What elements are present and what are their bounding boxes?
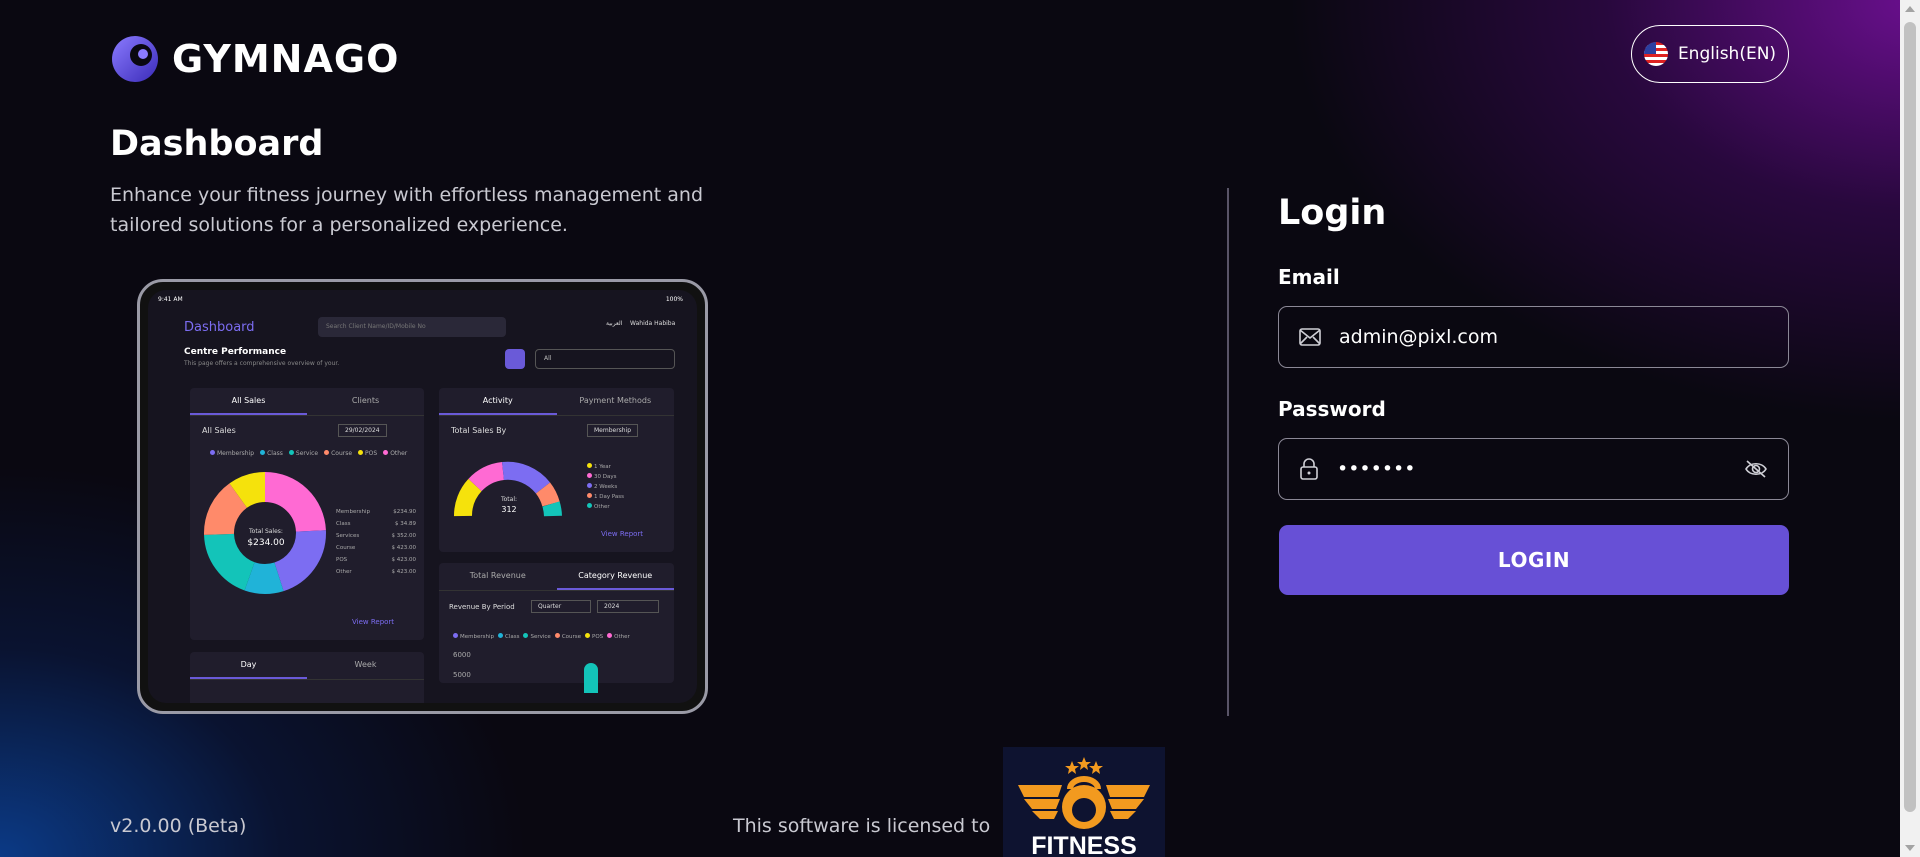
status-battery: 100% <box>665 296 683 303</box>
tab-activity: Activity <box>439 388 557 415</box>
hero-subtitle: Enhance your fitness journey with effort… <box>110 184 704 236</box>
revenue-period-select: Quarter <box>531 600 591 613</box>
activity-title: Total Sales By <box>451 426 507 435</box>
sales-card: All Sales Clients All Sales 29/02/2024 M… <box>190 388 424 640</box>
activity-legend: 1 Year 30 Days 2 Weeks 1 Day Pass Other <box>587 462 624 512</box>
mail-icon <box>1299 328 1321 346</box>
sales-title: All Sales <box>202 426 236 435</box>
day-card: Day Week <box>190 652 424 703</box>
sales-legend: Membership Class Service Course POS Othe… <box>210 450 407 457</box>
preview-filter: All <box>535 349 675 369</box>
revenue-ytick-5000: 5000 <box>453 671 471 679</box>
tab-category-revenue: Category Revenue <box>556 563 674 590</box>
activity-center-label: Total: <box>500 496 518 503</box>
sales-center-label: Total Sales: <box>249 528 283 535</box>
grid-icon <box>505 349 525 369</box>
vertical-scrollbar[interactable] <box>1900 0 1920 857</box>
vertical-divider <box>1227 188 1229 716</box>
tab-payment-methods: Payment Methods <box>579 396 652 405</box>
revenue-legend: Membership Class Service Course POS Othe… <box>453 633 630 640</box>
login-title: Login <box>1278 193 1387 233</box>
activity-view-report-link: View Report <box>601 530 644 538</box>
activity-select: Membership <box>587 424 639 437</box>
email-value: admin@pixl.com <box>1339 326 1499 348</box>
preview-user: العربية Wahida Habiba <box>606 320 675 327</box>
password-value: ••••••• <box>1337 458 1416 480</box>
licensee-logo-text: FITNESS <box>1031 832 1137 857</box>
revenue-ytick-6000: 6000 <box>453 651 471 659</box>
licensee-logo: FITNESS <box>1003 747 1165 857</box>
tab-total-revenue: Total Revenue <box>469 571 526 580</box>
tablet-screen: 9:41 AM 100% Dashboard Search Client Nam… <box>148 290 697 703</box>
sales-center-value: $234.00 <box>247 538 285 548</box>
licensed-to-label: This software is licensed to <box>733 815 991 837</box>
password-field[interactable]: ••••••• <box>1278 438 1789 500</box>
hero-title: Dashboard <box>110 124 324 164</box>
tab-week: Week <box>354 660 377 669</box>
status-time: 9:41 AM <box>158 296 183 303</box>
sales-breakdown: Membership $234.90 Class $ 34.89 Services $… <box>336 509 416 575</box>
version-label: v2.0.00 (Beta) <box>110 815 247 837</box>
scroll-up-icon[interactable] <box>1905 6 1915 12</box>
revenue-title: Revenue By Period <box>449 603 515 611</box>
brand-name: GYMNAGO <box>172 37 400 81</box>
preview-title: Dashboard <box>184 320 255 335</box>
dashboard-preview-tablet: 9:41 AM 100% Dashboard Search Client Nam… <box>137 279 708 714</box>
gymnago-logo-icon <box>112 36 158 82</box>
activity-center-value: 312 <box>501 505 517 514</box>
preview-search: Search Client Name/ID/Mobile No <box>318 317 506 337</box>
language-label: English(EN) <box>1677 44 1777 64</box>
email-label: Email <box>1278 265 1340 289</box>
scrollbar-thumb[interactable] <box>1904 22 1916 812</box>
preview-language: العربية <box>606 320 623 327</box>
email-field[interactable]: admin@pixl.com <box>1278 306 1789 368</box>
tab-day: Day <box>190 652 307 679</box>
revenue-bar <box>584 663 598 693</box>
fitness-kettlebell-logo-icon <box>1018 757 1150 829</box>
tab-all-sales: All Sales <box>190 388 307 415</box>
sales-view-report-link: View Report <box>352 618 395 626</box>
eye-off-icon[interactable] <box>1744 459 1768 479</box>
password-label: Password <box>1278 397 1386 421</box>
preview-section-sub: This page offers a comprehensive overvie… <box>184 360 340 367</box>
revenue-card: Total Revenue Category Revenue Revenue B… <box>439 563 674 693</box>
language-selector-button[interactable]: English(EN) <box>1631 25 1789 83</box>
lock-icon <box>1300 458 1318 480</box>
us-flag-icon <box>1643 42 1668 66</box>
preview-section-title: Centre Performance <box>184 347 287 357</box>
brand-logo: GYMNAGO <box>110 34 399 84</box>
preview-user-name: Wahida Habiba <box>630 320 676 327</box>
status-bar: 9:41 AM 100% <box>158 296 683 303</box>
activity-card: Activity Payment Methods Total Sales By … <box>439 388 674 552</box>
login-button[interactable]: LOGIN <box>1279 525 1789 595</box>
tab-clients: Clients <box>351 396 380 405</box>
sales-date: 29/02/2024 <box>338 424 387 437</box>
revenue-year-select: 2024 <box>597 600 659 613</box>
scroll-down-icon[interactable] <box>1905 845 1915 851</box>
